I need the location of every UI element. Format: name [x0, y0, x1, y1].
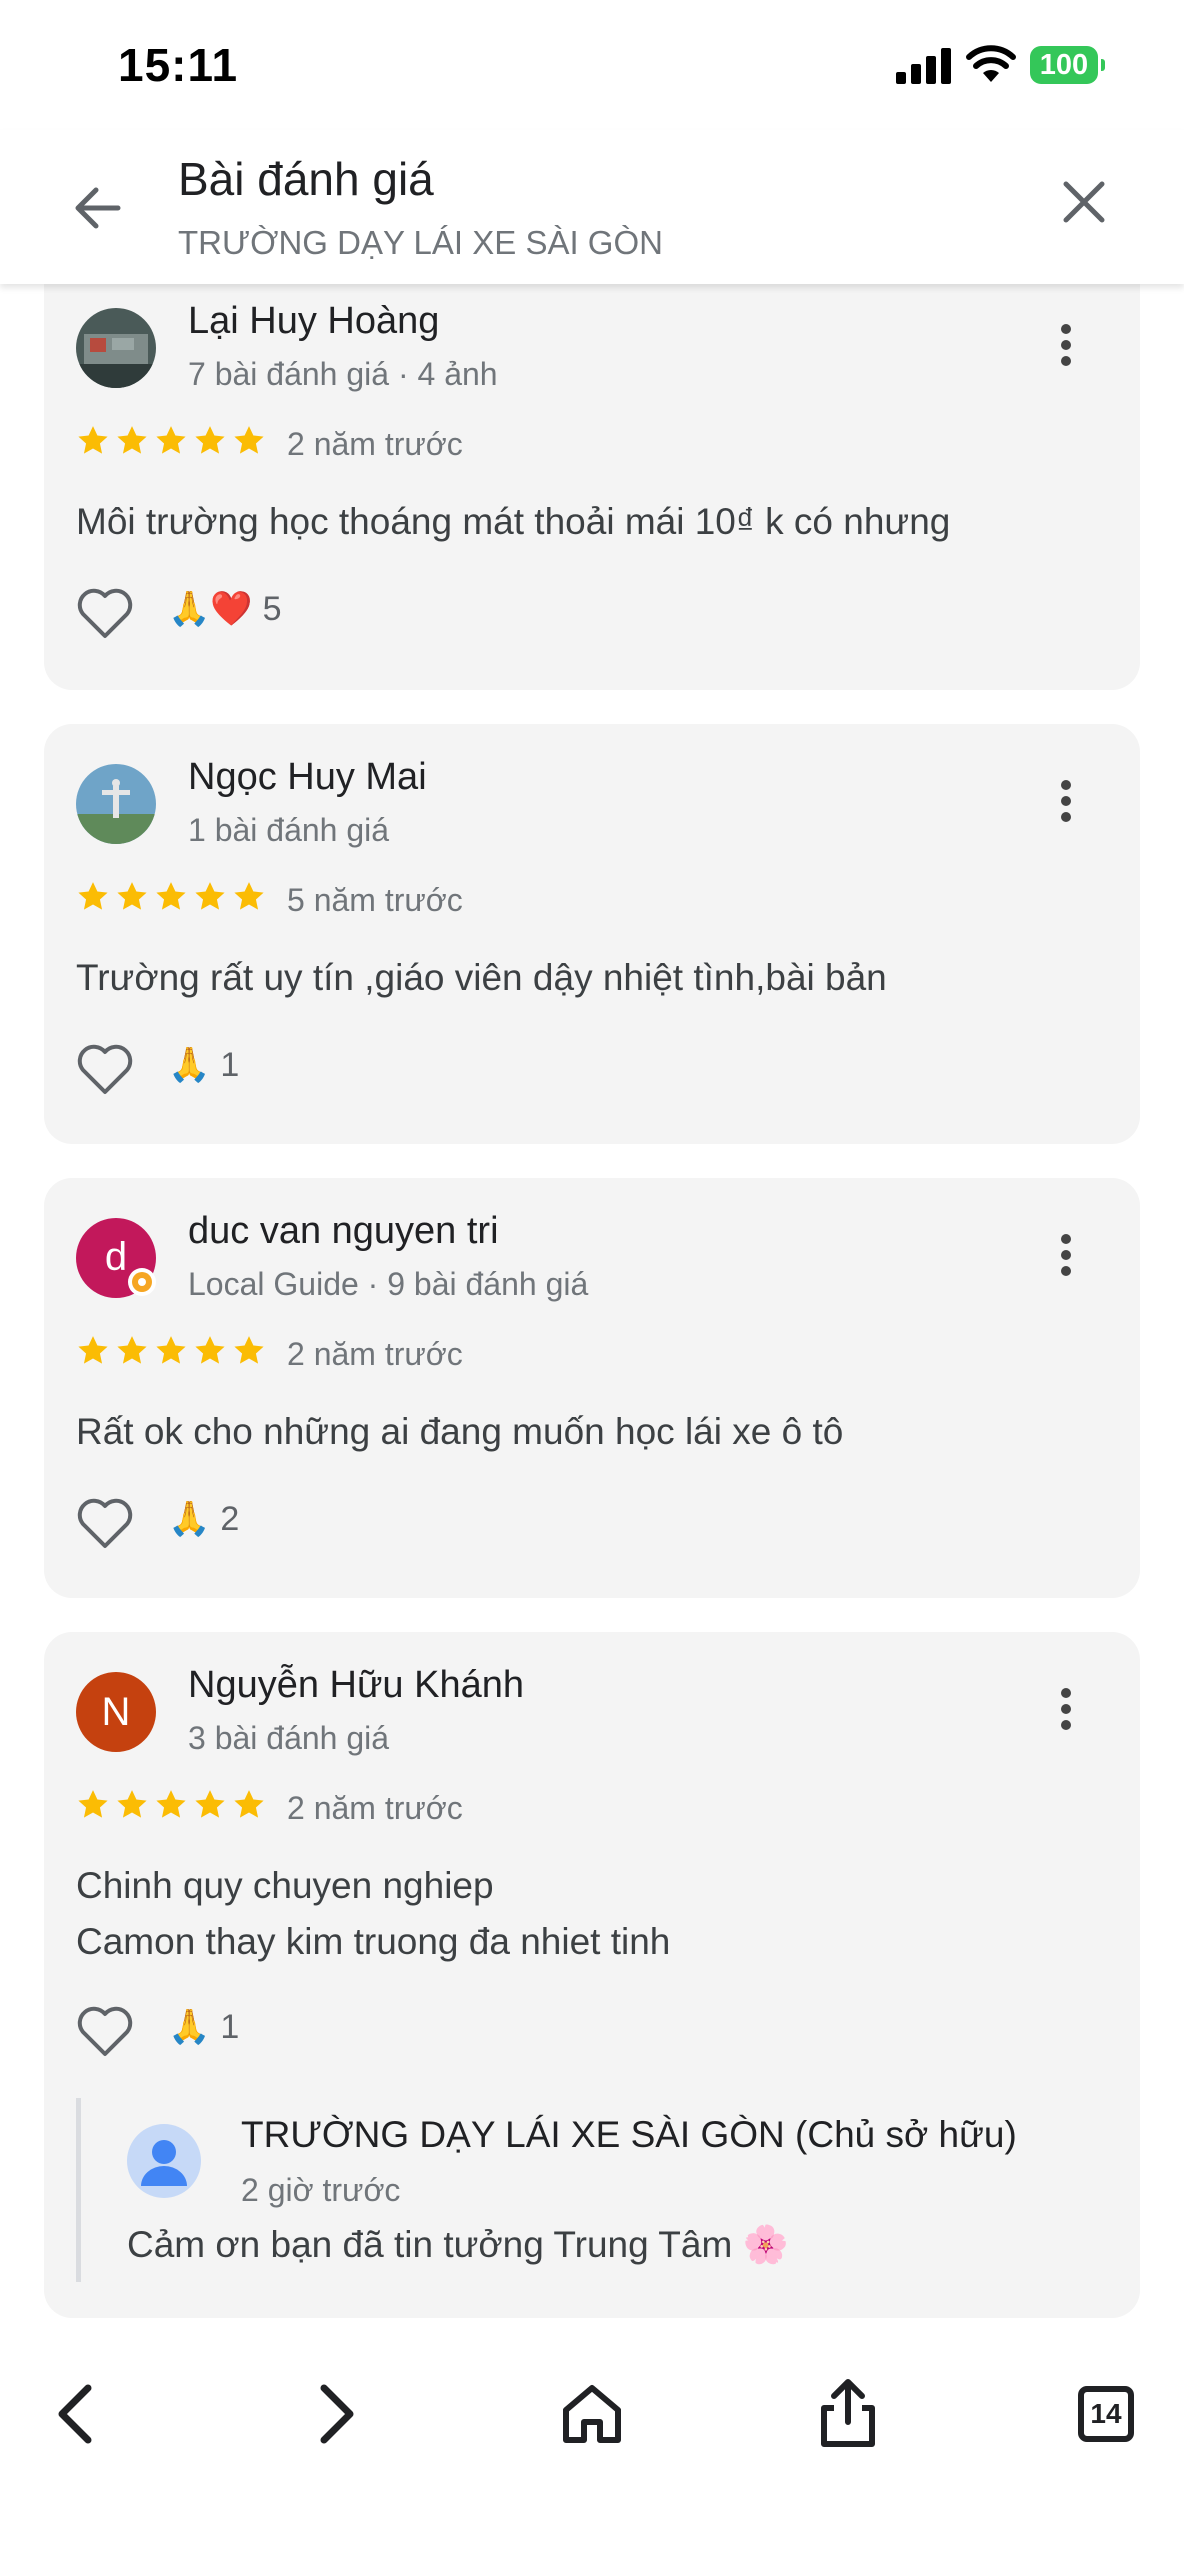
reaction-count: 1 — [220, 2007, 240, 2046]
review-text: Chinh quy chuyen nghiep Camon thay kim t… — [76, 1865, 671, 1962]
star-rating — [76, 424, 271, 460]
reviewer-meta: 1 bài đánh giá — [188, 812, 390, 848]
review-time: 2 năm trước — [287, 1790, 463, 1826]
review-text: Trường rất uy tín ,giáo viên dậy nhiệt t… — [76, 957, 887, 998]
share-icon[interactable] — [808, 2374, 888, 2454]
star-icon — [117, 1336, 147, 1364]
review-card: Lại Huy Hoàng 7 bài đánh giá · 4 ảnh 2 n… — [44, 250, 1140, 690]
chevron-left-icon[interactable] — [38, 2374, 118, 2454]
owner-reply-text: Cảm ơn bạn đã tin tưởng Trung Tâm 🌸 — [127, 2224, 789, 2265]
star-icon — [78, 426, 108, 454]
star-icon — [195, 1790, 225, 1818]
more-options-icon[interactable] — [1054, 1228, 1078, 1284]
chevron-right-icon[interactable] — [294, 2374, 374, 2454]
review-text: Môi trường học thoáng mát thoải mái 10₫ … — [76, 501, 951, 542]
star-icon — [117, 1790, 147, 1818]
reviewer-name[interactable]: Lại Huy Hoàng — [188, 300, 439, 343]
page-header: Bài đánh giá TRƯỜNG DẠY LÁI XE SÀI GÒN — [0, 130, 1184, 284]
reaction-emoji: 🙏❤️ — [168, 590, 253, 629]
reaction-count: 1 — [220, 1045, 240, 1084]
back-arrow-icon[interactable] — [68, 178, 128, 238]
battery-icon: 100 — [1030, 46, 1105, 86]
star-icon — [156, 426, 186, 454]
wifi-icon — [966, 45, 1016, 82]
review-card: N Nguyễn Hữu Khánh 3 bài đánh giá 2 năm … — [44, 1632, 1140, 2318]
avatar[interactable] — [76, 308, 156, 388]
review-time: 2 năm trước — [287, 426, 463, 462]
tab-count: 14 — [1090, 2398, 1122, 2429]
star-rating — [76, 1334, 271, 1370]
review-card: Ngọc Huy Mai 1 bài đánh giá 5 năm trước … — [44, 724, 1140, 1144]
heart-icon[interactable] — [76, 1496, 134, 1550]
reviewer-name[interactable]: Nguyễn Hữu Khánh — [188, 1664, 524, 1707]
avatar-letter: N — [101, 1690, 131, 1734]
reaction-count: 2 — [220, 1499, 240, 1538]
star-icon — [195, 1336, 225, 1364]
star-icon — [234, 1790, 264, 1818]
page-title: Bài đánh giá — [178, 153, 434, 205]
reactions[interactable]: 🙏❤️ 5 — [168, 588, 282, 629]
star-icon — [117, 882, 147, 910]
reviewer-name[interactable]: Ngọc Huy Mai — [188, 756, 427, 799]
star-icon — [78, 1336, 108, 1364]
review-text: Rất ok cho những ai đang muốn học lái xe… — [76, 1411, 844, 1452]
page-subtitle: TRƯỜNG DẠY LÁI XE SÀI GÒN — [178, 224, 663, 261]
reaction-emoji: 🙏 — [168, 1046, 211, 1085]
star-icon — [234, 1336, 264, 1364]
more-options-icon[interactable] — [1054, 774, 1078, 830]
person-icon — [141, 2140, 187, 2186]
avatar[interactable]: d — [76, 1218, 156, 1298]
reactions[interactable]: 🙏 1 — [168, 2006, 239, 2047]
star-icon — [78, 1790, 108, 1818]
reactions[interactable]: 🙏 2 — [168, 1498, 239, 1539]
heart-icon[interactable] — [76, 586, 134, 640]
heart-icon[interactable] — [76, 2004, 134, 2058]
review-time: 2 năm trước — [287, 1336, 463, 1372]
heart-icon[interactable] — [76, 1042, 134, 1096]
avatar[interactable]: N — [76, 1672, 156, 1752]
local-guide-badge-icon — [128, 1268, 156, 1296]
reviewer-name[interactable]: duc van nguyen tri — [188, 1210, 499, 1253]
reaction-emoji: 🙏 — [168, 1500, 211, 1539]
more-options-icon[interactable] — [1054, 318, 1078, 374]
star-icon — [156, 1790, 186, 1818]
tabs-button[interactable]: 14 — [1066, 2374, 1146, 2454]
browser-toolbar: 14 — [0, 2328, 1184, 2560]
avatar[interactable] — [76, 764, 156, 844]
reaction-emoji: 🙏 — [168, 2008, 211, 2047]
reactions[interactable]: 🙏 1 — [168, 1044, 239, 1085]
owner-reply: TRƯỜNG DẠY LÁI XE SÀI GÒN (Chủ sở hữu) 2… — [76, 2098, 1081, 2282]
cellular-signal-icon — [896, 48, 951, 84]
star-icon — [156, 882, 186, 910]
reaction-count: 5 — [262, 589, 282, 628]
star-icon — [234, 882, 264, 910]
owner-reply-time: 2 giờ trước — [241, 2172, 401, 2208]
star-icon — [234, 426, 264, 454]
battery-level: 100 — [1039, 49, 1089, 81]
reviewer-meta: 3 bài đánh giá — [188, 1720, 390, 1756]
star-icon — [195, 882, 225, 910]
star-icon — [156, 1336, 186, 1364]
reviewer-meta: Local Guide · 9 bài đánh giá — [188, 1266, 589, 1302]
home-icon[interactable] — [552, 2374, 632, 2454]
star-rating — [76, 1788, 271, 1824]
close-icon[interactable] — [1054, 172, 1114, 232]
star-icon — [195, 426, 225, 454]
status-time: 15:11 — [118, 39, 239, 91]
review-card: d duc van nguyen tri Local Guide · 9 bài… — [44, 1178, 1140, 1598]
more-options-icon[interactable] — [1054, 1682, 1078, 1738]
review-time: 5 năm trước — [287, 882, 463, 918]
owner-name[interactable]: TRƯỜNG DẠY LÁI XE SÀI GÒN (Chủ sở hữu) — [241, 2114, 1017, 2156]
star-icon — [117, 426, 147, 454]
status-bar: 15:11 100 — [0, 0, 1184, 130]
owner-avatar[interactable] — [127, 2124, 201, 2198]
star-icon — [78, 882, 108, 910]
star-rating — [76, 880, 271, 916]
reviewer-meta: 7 bài đánh giá · 4 ảnh — [188, 356, 498, 392]
